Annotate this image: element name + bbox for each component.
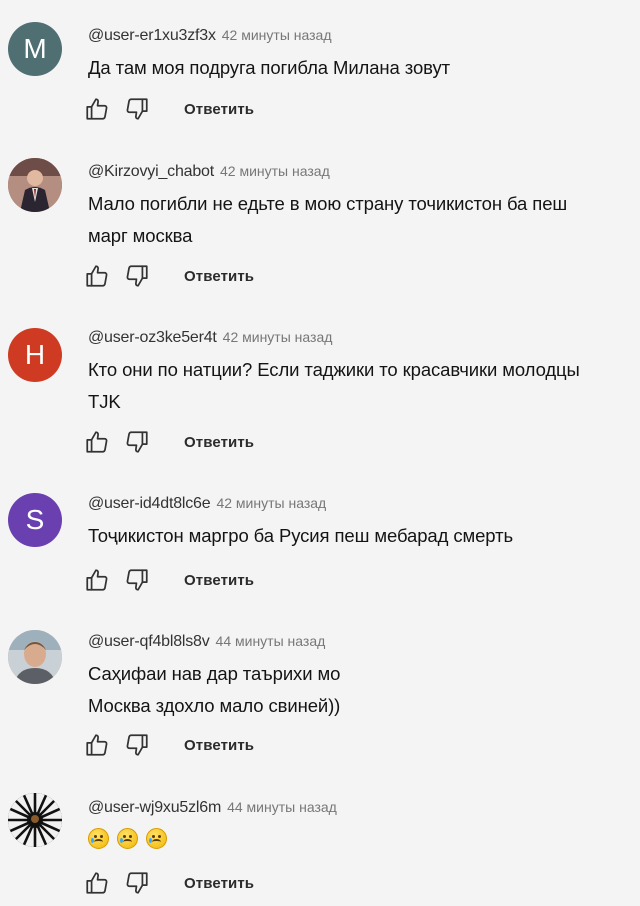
thumb-up-icon[interactable] (82, 565, 112, 595)
comment-actions: Ответить (82, 94, 254, 124)
comment-actions: Ответить (82, 261, 254, 291)
avatar[interactable]: M (8, 22, 62, 76)
avatar[interactable]: H (8, 328, 62, 382)
reply-button[interactable]: Ответить (184, 875, 254, 892)
reply-button[interactable]: Ответить (184, 572, 254, 589)
comment-actions: Ответить (82, 868, 254, 898)
comment-text: Тоҷикистон маргро ба Русия пеш мебарад с… (88, 525, 514, 546)
avatar-photo (8, 793, 62, 847)
comment-meta: @Kirzovyi_chabot 42 минуты назад (88, 161, 610, 182)
comment-actions: Ответить (82, 427, 254, 457)
crying-face-icon (88, 828, 109, 849)
crying-face-icon (117, 828, 138, 849)
reply-button[interactable]: Ответить (184, 268, 254, 285)
avatar-photo (8, 158, 62, 212)
thumb-down-icon[interactable] (122, 427, 152, 457)
comment-author[interactable]: @Kirzovyi_chabot (88, 163, 214, 180)
comment-author[interactable]: @user-qf4bl8ls8v (88, 633, 210, 650)
comment-emoji-row (88, 828, 610, 849)
crying-face-icon (146, 828, 167, 849)
thumb-up-icon[interactable] (82, 261, 112, 291)
comment-time[interactable]: 42 минуты назад (216, 495, 326, 511)
comment-time[interactable]: 42 минуты назад (223, 329, 333, 345)
thumb-down-icon[interactable] (122, 868, 152, 898)
thumb-up-icon[interactable] (82, 730, 112, 760)
comment-text: Кто они по натции? Если таджики то краса… (88, 359, 580, 412)
comment-actions: Ответить (82, 730, 254, 760)
comment-meta: @user-oz3ke5er4t 42 минуты назад (88, 327, 610, 348)
comment-time[interactable]: 44 минуты назад (227, 799, 337, 815)
comment-text: Да там моя подруга погибла Милана зовут (88, 57, 450, 78)
comment-meta: @user-er1xu3zf3x 42 минуты назад (88, 25, 610, 46)
avatar[interactable] (8, 793, 62, 847)
avatar[interactable] (8, 158, 62, 212)
comment-meta: @user-qf4bl8ls8v 44 минуты назад (88, 631, 610, 652)
comment-meta: @user-id4dt8lc6e 42 минуты назад (88, 493, 610, 514)
comment-author[interactable]: @user-id4dt8lc6e (88, 495, 211, 512)
comment-author[interactable]: @user-oz3ke5er4t (88, 329, 217, 346)
comment-author[interactable]: @user-wj9xu5zl6m (88, 799, 221, 816)
thumb-up-icon[interactable] (82, 868, 112, 898)
avatar-photo (8, 630, 62, 684)
comment-time[interactable]: 42 минуты назад (220, 163, 330, 179)
comment-actions: Ответить (82, 565, 254, 595)
comment-time[interactable]: 42 минуты назад (222, 27, 332, 43)
reply-button[interactable]: Ответить (184, 434, 254, 451)
thumb-up-icon[interactable] (82, 94, 112, 124)
avatar[interactable] (8, 630, 62, 684)
reply-button[interactable]: Ответить (184, 101, 254, 118)
thumb-up-icon[interactable] (82, 427, 112, 457)
avatar[interactable]: S (8, 493, 62, 547)
reply-button[interactable]: Ответить (184, 737, 254, 754)
thumb-down-icon[interactable] (122, 730, 152, 760)
comment-author[interactable]: @user-er1xu3zf3x (88, 27, 216, 44)
thumb-down-icon[interactable] (122, 565, 152, 595)
comment-meta: @user-wj9xu5zl6m 44 минуты назад (88, 797, 610, 818)
comment-time[interactable]: 44 минуты назад (216, 633, 326, 649)
thumb-down-icon[interactable] (122, 94, 152, 124)
comment-text: Саҳифаи нав дар таърихи мо Москва здохло… (88, 663, 341, 716)
comment-text: Мало погибли не едьте в мою страну точик… (88, 193, 568, 246)
thumb-down-icon[interactable] (122, 261, 152, 291)
